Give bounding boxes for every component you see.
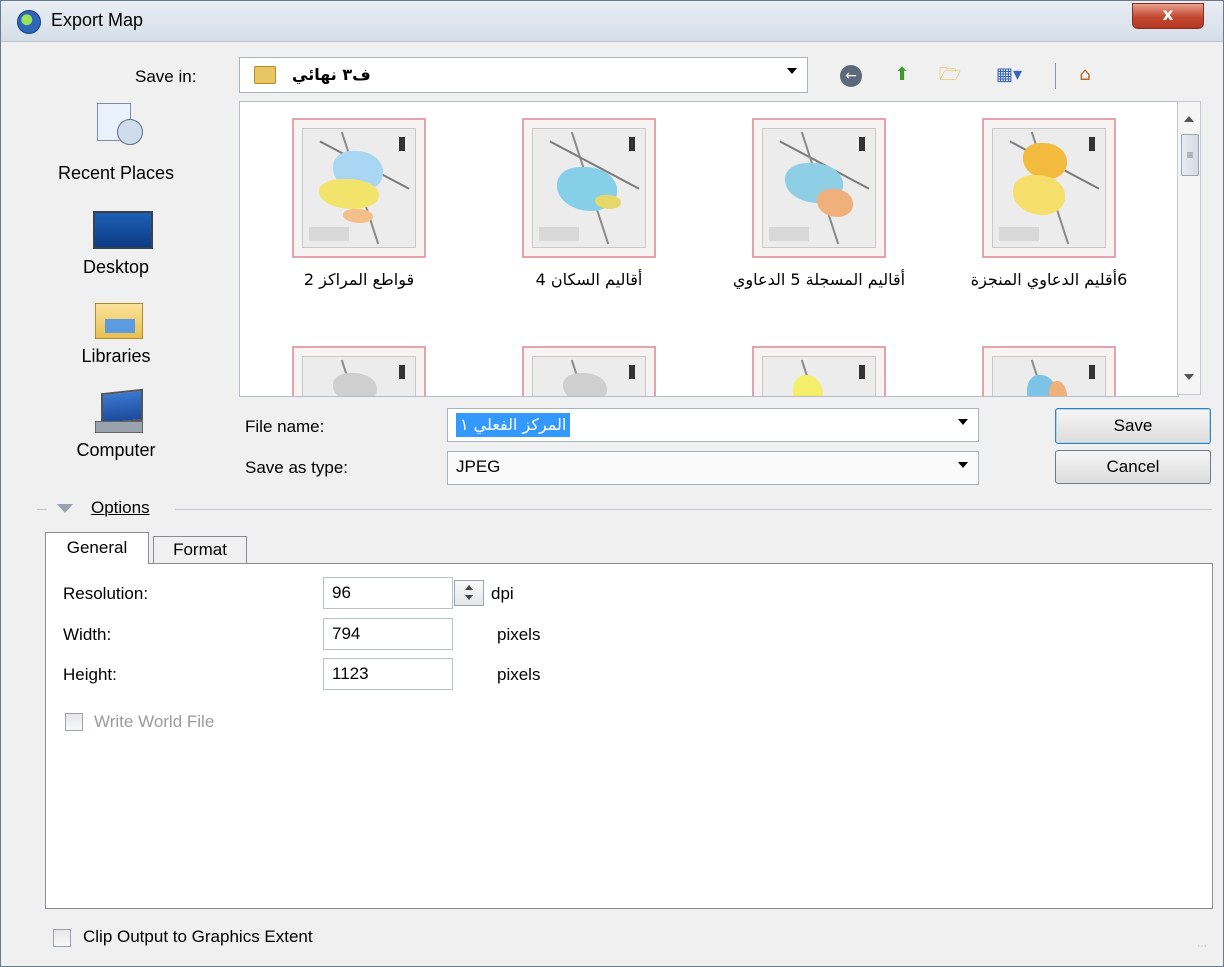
save-button[interactable]: Save — [1055, 408, 1211, 444]
height-input[interactable]: 1123 — [323, 658, 453, 690]
divider — [37, 509, 47, 510]
file-name-value[interactable]: المركز الفعلي ١ — [456, 413, 571, 437]
place-desktop[interactable]: Desktop — [27, 207, 205, 287]
place-computer[interactable]: Computer — [27, 388, 205, 471]
file-name[interactable]: 6أقليم الدعاوي المنجزة — [944, 268, 1154, 291]
scroll-down-icon[interactable] — [1184, 374, 1194, 380]
tab-format[interactable]: Format — [153, 536, 247, 564]
place-libraries[interactable]: Libraries — [27, 297, 205, 377]
file-name-label: File name: — [245, 417, 325, 436]
resolution-spinner[interactable] — [454, 580, 484, 606]
new-folder-icon[interactable]: 🗁 — [936, 61, 964, 89]
file-list-scrollbar[interactable]: ≡ — [1177, 101, 1201, 395]
file-thumbnail[interactable] — [522, 118, 656, 258]
close-button[interactable]: x — [1132, 3, 1204, 29]
scroll-up-icon[interactable] — [1184, 116, 1194, 122]
file-thumbnail[interactable] — [982, 118, 1116, 258]
place-label: Libraries — [81, 346, 151, 366]
places-bar: Recent Places Desktop Libraries Computer — [27, 101, 205, 477]
place-label: Recent Places — [57, 163, 175, 183]
place-label: Desktop — [82, 257, 150, 277]
chevron-down-icon[interactable] — [787, 68, 797, 74]
resolution-input[interactable]: 96 — [323, 577, 453, 609]
height-unit: pixels — [497, 665, 541, 684]
clip-output-checkbox[interactable] — [53, 929, 71, 947]
save-in-value: ف٣ نهائي — [292, 65, 371, 84]
height-label: Height: — [63, 665, 117, 684]
save-in-label: Save in: — [135, 67, 197, 86]
save-as-type-value: JPEG — [456, 457, 501, 476]
resolution-unit: dpi — [491, 584, 514, 603]
file-thumbnail[interactable] — [982, 346, 1116, 396]
general-tab-panel — [45, 563, 1213, 909]
place-recent-places[interactable]: Recent Places — [27, 101, 205, 189]
computer-icon — [93, 388, 143, 435]
file-name[interactable]: أقاليم المسجلة 5 الدعاوي — [714, 268, 924, 291]
home-icon[interactable]: ⌂ — [1071, 61, 1099, 89]
expand-triangle-icon[interactable] — [57, 504, 73, 513]
scroll-thumb[interactable]: ≡ — [1181, 134, 1199, 176]
title-bar[interactable]: Export Map x — [1, 1, 1223, 42]
place-label: Computer — [76, 440, 156, 460]
back-icon[interactable]: ← — [837, 61, 865, 89]
width-input[interactable]: 794 — [323, 618, 453, 650]
write-world-file-checkbox[interactable] — [65, 713, 83, 731]
views-menu-icon[interactable]: ▦▾ — [987, 61, 1031, 89]
options-toggle[interactable]: Options — [91, 498, 150, 518]
desktop-icon — [93, 207, 153, 251]
resolution-label: Resolution: — [63, 584, 149, 603]
divider — [175, 509, 1212, 510]
file-name[interactable]: أقاليم السكان 4 — [484, 268, 694, 291]
file-thumbnail[interactable] — [292, 118, 426, 258]
file-thumbnail[interactable] — [522, 346, 656, 396]
save-in-dropdown[interactable]: ف٣ نهائي — [239, 57, 808, 93]
file-thumbnail[interactable] — [292, 346, 426, 396]
save-as-type-label: Save as type: — [245, 458, 349, 477]
up-folder-icon[interactable]: ⬆ — [888, 61, 916, 89]
libraries-icon — [93, 297, 143, 341]
chevron-down-icon[interactable] — [958, 462, 968, 468]
file-name-input[interactable]: المركز الفعلي ١ — [447, 408, 979, 442]
tab-general[interactable]: General — [45, 532, 149, 564]
folder-icon — [254, 66, 276, 84]
clip-output-label: Clip Output to Graphics Extent — [83, 927, 313, 946]
width-unit: pixels — [497, 625, 541, 644]
width-label: Width: — [63, 625, 112, 644]
write-world-file-label: Write World File — [94, 712, 215, 731]
toolbar-divider — [1055, 63, 1056, 89]
chevron-down-icon[interactable] — [958, 419, 968, 425]
file-thumbnail[interactable] — [752, 346, 886, 396]
export-map-dialog: Export Map x Save in: ف٣ نهائي ← ⬆ 🗁 ▦▾ … — [0, 0, 1224, 967]
recent-places-icon — [93, 101, 143, 145]
file-name[interactable]: قواطع المراكز 2 — [254, 268, 464, 291]
window-title: Export Map — [51, 10, 144, 30]
file-list[interactable]: قواطع المراكز 2 أقاليم السكان 4 أقاليم ا… — [239, 101, 1179, 397]
globe-app-icon — [17, 10, 41, 34]
cancel-button[interactable]: Cancel — [1055, 450, 1211, 484]
save-as-type-dropdown[interactable]: JPEG — [447, 451, 979, 485]
file-thumbnail[interactable] — [752, 118, 886, 258]
resize-grip-icon[interactable]: ⋯ — [1197, 942, 1217, 963]
